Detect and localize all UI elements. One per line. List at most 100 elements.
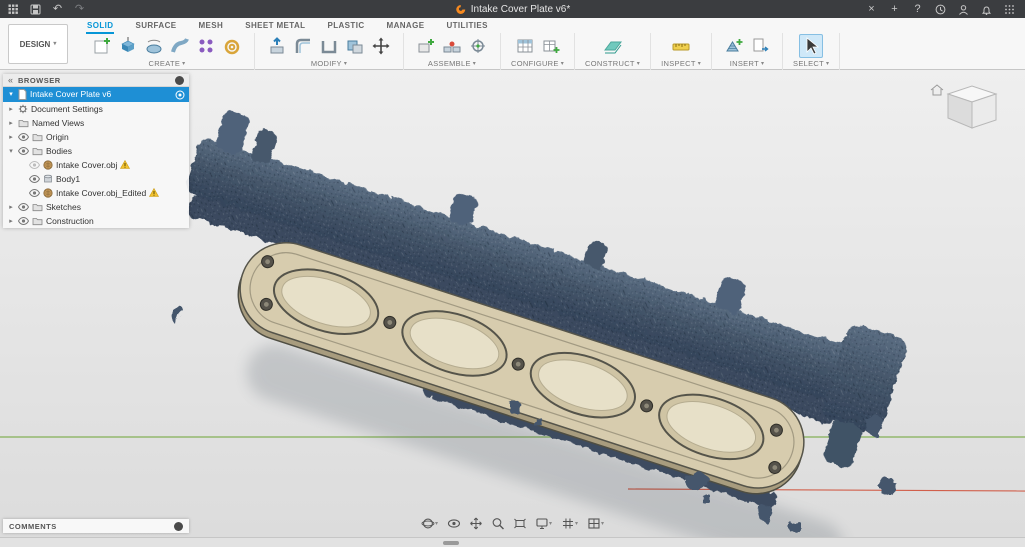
home-icon[interactable]	[931, 85, 943, 95]
viewports-button[interactable]: ▾	[587, 517, 604, 530]
group-inspect-label[interactable]: INSPECT▾	[661, 59, 701, 68]
tab-manage[interactable]: MANAGE	[386, 19, 426, 34]
create-sketch-button[interactable]	[90, 34, 114, 58]
account-button[interactable]	[957, 3, 970, 16]
construction-plane-icon	[603, 36, 623, 56]
tab-mesh[interactable]: MESH	[197, 19, 224, 34]
collapse-panel-icon[interactable]: «	[8, 76, 13, 85]
move-copy-button[interactable]	[369, 34, 393, 58]
browser-item-construction[interactable]: ▸ Construction	[3, 214, 189, 228]
select-button[interactable]	[799, 34, 823, 58]
group-modify: MODIFY▾	[255, 33, 404, 70]
visibility-eye-icon[interactable]	[18, 217, 29, 225]
component-activate-icon[interactable]	[175, 90, 185, 100]
visibility-eye-icon[interactable]	[18, 133, 29, 141]
tab-plastic[interactable]: PLASTIC	[326, 19, 365, 34]
group-select-label[interactable]: SELECT▾	[793, 59, 829, 68]
browser-item-document-settings[interactable]: ▸ Document Settings	[3, 102, 189, 116]
expand-arrow-icon[interactable]: ▸	[7, 120, 15, 127]
undo-button[interactable]: ↶	[51, 3, 64, 16]
zoom-button[interactable]	[491, 517, 504, 530]
expand-arrow-icon[interactable]: ▾	[7, 91, 15, 98]
browser-item-named-views[interactable]: ▸ Named Views	[3, 116, 189, 130]
group-construct: CONSTRUCT▾	[575, 33, 651, 70]
navigation-bar: ▾ ▾ ▾ ▾	[421, 517, 604, 530]
combine-button[interactable]	[343, 34, 367, 58]
pattern-button[interactable]	[194, 34, 218, 58]
display-settings-button[interactable]: ▾	[535, 517, 552, 530]
shell-button[interactable]	[317, 34, 341, 58]
joint-button[interactable]	[440, 34, 464, 58]
expand-arrow-icon[interactable]: ▸	[7, 106, 15, 113]
coil-button[interactable]	[220, 34, 244, 58]
view-cube[interactable]	[931, 85, 996, 128]
tab-sheet-metal[interactable]: SHEET METAL	[244, 19, 306, 34]
insert-mesh-icon	[724, 36, 744, 56]
group-construct-label[interactable]: CONSTRUCT▾	[585, 59, 640, 68]
visibility-eye-icon[interactable]	[29, 189, 40, 197]
visibility-eye-icon[interactable]	[18, 203, 29, 211]
browser-item-intake-cover-obj-edited[interactable]: Intake Cover.obj_Edited	[3, 186, 189, 200]
coil-icon	[222, 36, 242, 56]
comments-panel[interactable]: COMMENTS	[3, 519, 189, 533]
sweep-button[interactable]	[168, 34, 192, 58]
tab-solid[interactable]: SOLID	[86, 19, 114, 34]
orbit-button[interactable]: ▾	[421, 517, 438, 530]
joint-origin-button[interactable]	[466, 34, 490, 58]
new-document-button[interactable]: +	[888, 3, 901, 16]
panel-options-icon[interactable]	[175, 76, 184, 85]
browser-item-intake-cover-obj[interactable]: Intake Cover.obj	[3, 158, 189, 172]
group-configure-label[interactable]: CONFIGURE▾	[511, 59, 564, 68]
app-switcher-button[interactable]	[1003, 3, 1016, 16]
visibility-eye-icon[interactable]	[29, 161, 40, 169]
measure-button[interactable]	[669, 34, 693, 58]
group-modify-label[interactable]: MODIFY▾	[311, 59, 347, 68]
browser-item-bodies[interactable]: ▾ Bodies	[3, 144, 189, 158]
expand-arrow-icon[interactable]: ▸	[7, 134, 15, 141]
group-create-label[interactable]: CREATE▾	[149, 59, 186, 68]
tab-utilities[interactable]: UTILITIES	[445, 19, 488, 34]
view-cube-faces[interactable]	[948, 86, 996, 128]
browser-item-body1[interactable]: Body1	[3, 172, 189, 186]
construction-plane-button[interactable]	[601, 34, 625, 58]
browser-item-origin[interactable]: ▸ Origin	[3, 130, 189, 144]
pan-button[interactable]	[469, 517, 482, 530]
new-component-button[interactable]	[414, 34, 438, 58]
chevron-down-icon: ▾	[473, 61, 476, 67]
save-button[interactable]	[29, 3, 42, 16]
grid-snaps-button[interactable]: ▾	[561, 517, 578, 530]
visibility-eye-icon[interactable]	[29, 175, 40, 183]
extrude-button[interactable]	[116, 34, 140, 58]
group-create: CREATE▾	[80, 33, 255, 70]
mesh-body-icon	[43, 160, 53, 170]
expand-arrow-icon[interactable]: ▾	[7, 148, 15, 155]
insert-mesh-button[interactable]	[722, 34, 746, 58]
app-menu-icon[interactable]	[7, 3, 20, 16]
group-insert-label[interactable]: INSERT▾	[730, 59, 764, 68]
configure-button[interactable]	[513, 34, 537, 58]
comments-options-icon[interactable]	[174, 522, 183, 531]
document-tab[interactable]: Intake Cover Plate v6*	[455, 4, 571, 15]
move-copy-icon	[371, 36, 391, 56]
fillet-button[interactable]	[291, 34, 315, 58]
close-document-button[interactable]: ×	[865, 3, 878, 16]
insert-derive-button[interactable]	[748, 34, 772, 58]
press-pull-button[interactable]	[265, 34, 289, 58]
help-button[interactable]: ?	[911, 3, 924, 16]
workspace-selector[interactable]: DESIGN ▾	[8, 24, 68, 64]
revolve-button[interactable]	[142, 34, 166, 58]
redo-button[interactable]: ↷	[73, 3, 86, 16]
browser-root-item[interactable]: ▾ Intake Cover Plate v6	[3, 87, 189, 102]
history-button[interactable]	[934, 3, 947, 16]
group-assemble-label[interactable]: ASSEMBLE▾	[428, 59, 476, 68]
fit-button[interactable]	[513, 517, 526, 530]
expand-arrow-icon[interactable]: ▸	[7, 204, 15, 211]
visibility-eye-icon[interactable]	[18, 147, 29, 155]
notifications-button[interactable]	[980, 3, 993, 16]
configuration-table-button[interactable]	[539, 34, 563, 58]
timeline-handle[interactable]	[443, 541, 459, 545]
look-at-button[interactable]	[447, 517, 460, 530]
expand-arrow-icon[interactable]: ▸	[7, 218, 15, 225]
browser-item-sketches[interactable]: ▸ Sketches	[3, 200, 189, 214]
tab-surface[interactable]: SURFACE	[134, 19, 177, 34]
